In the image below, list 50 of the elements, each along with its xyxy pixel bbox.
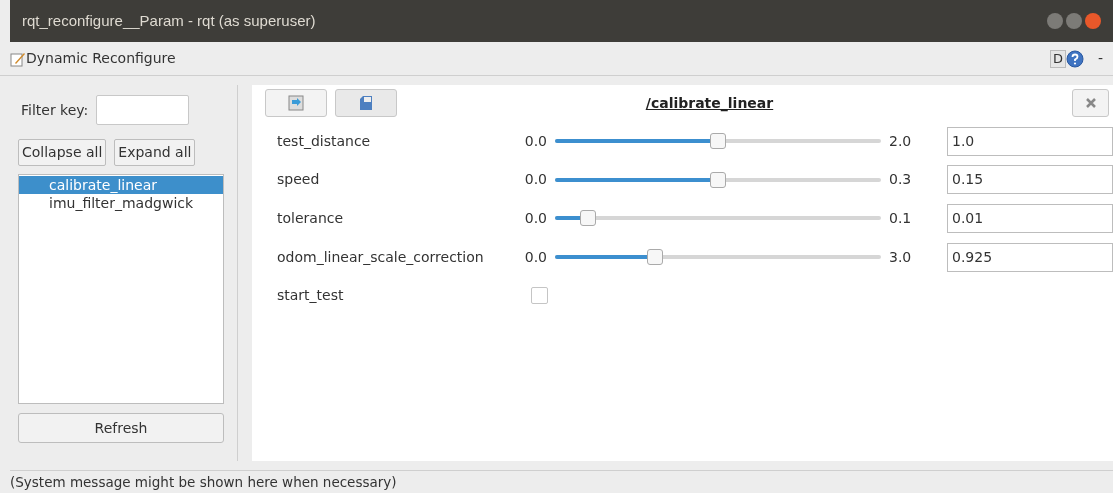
min-label: 0.0 bbox=[523, 209, 547, 228]
slider-track[interactable] bbox=[555, 249, 881, 266]
tree-button[interactable]: Expand all bbox=[114, 139, 196, 166]
panel-title: /calibrate_linear bbox=[645, 93, 774, 114]
slider-track[interactable] bbox=[555, 210, 881, 227]
slider-handle[interactable] bbox=[647, 249, 664, 266]
param-name: start_test bbox=[277, 286, 345, 306]
tree-item[interactable]: imu_filter_madgwick bbox=[19, 194, 223, 212]
load-button[interactable] bbox=[265, 89, 327, 117]
slider-track[interactable] bbox=[555, 133, 881, 150]
value-field[interactable]: 1.0 bbox=[947, 126, 1113, 156]
slider-track[interactable] bbox=[555, 171, 881, 188]
close-icon bbox=[1084, 97, 1097, 109]
value-field[interactable]: 0.15 bbox=[947, 165, 1113, 195]
max-label: 3.0 bbox=[889, 247, 913, 267]
min-label: 0.0 bbox=[523, 170, 547, 190]
save-button[interactable] bbox=[335, 89, 397, 117]
refresh-button[interactable]: Refresh bbox=[18, 413, 224, 443]
slider-handle[interactable] bbox=[579, 210, 596, 227]
max-label: 2.0 bbox=[889, 131, 913, 151]
tree-item[interactable]: calibrate_linear bbox=[19, 176, 223, 194]
help-icon[interactable] bbox=[1065, 49, 1084, 68]
checkbox[interactable] bbox=[531, 287, 548, 305]
minimize-button[interactable] bbox=[1047, 13, 1063, 29]
slider-handle[interactable] bbox=[710, 171, 726, 188]
value-field[interactable]: 0.925 bbox=[947, 242, 1113, 272]
filter-label: Filter key: bbox=[21, 100, 89, 120]
param-name: speed bbox=[277, 170, 321, 190]
min-label: 0.0 bbox=[523, 131, 547, 151]
slider-handle[interactable] bbox=[710, 133, 726, 150]
load-icon bbox=[288, 95, 304, 111]
maximize-button[interactable] bbox=[1066, 13, 1082, 29]
tree-button[interactable]: Collapse all bbox=[18, 139, 107, 166]
min-label: 0.0 bbox=[523, 247, 547, 267]
close-button[interactable] bbox=[1085, 13, 1101, 29]
plugin-title: Dynamic Reconfigure bbox=[26, 49, 177, 68]
param-name: test_distance bbox=[277, 131, 372, 151]
param-name: tolerance bbox=[277, 209, 345, 228]
window-title: rqt_reconfigure__Param - rqt (as superuser) bbox=[22, 10, 317, 31]
d-button[interactable]: D bbox=[1049, 49, 1066, 68]
param-name: odom_linear_scale_correction bbox=[277, 247, 485, 267]
minimize-plugin-button[interactable]: - bbox=[1097, 48, 1103, 69]
save-icon bbox=[358, 95, 374, 111]
value-field[interactable]: 0.01 bbox=[947, 204, 1113, 233]
filter-field[interactable] bbox=[96, 95, 190, 125]
max-label: 0.1 bbox=[889, 209, 913, 228]
status-message: (System message might be shown here when necessary) bbox=[10, 472, 397, 492]
notepad-icon bbox=[10, 50, 26, 67]
close-panel-button[interactable] bbox=[1072, 89, 1109, 117]
max-label: 0.3 bbox=[889, 170, 913, 190]
